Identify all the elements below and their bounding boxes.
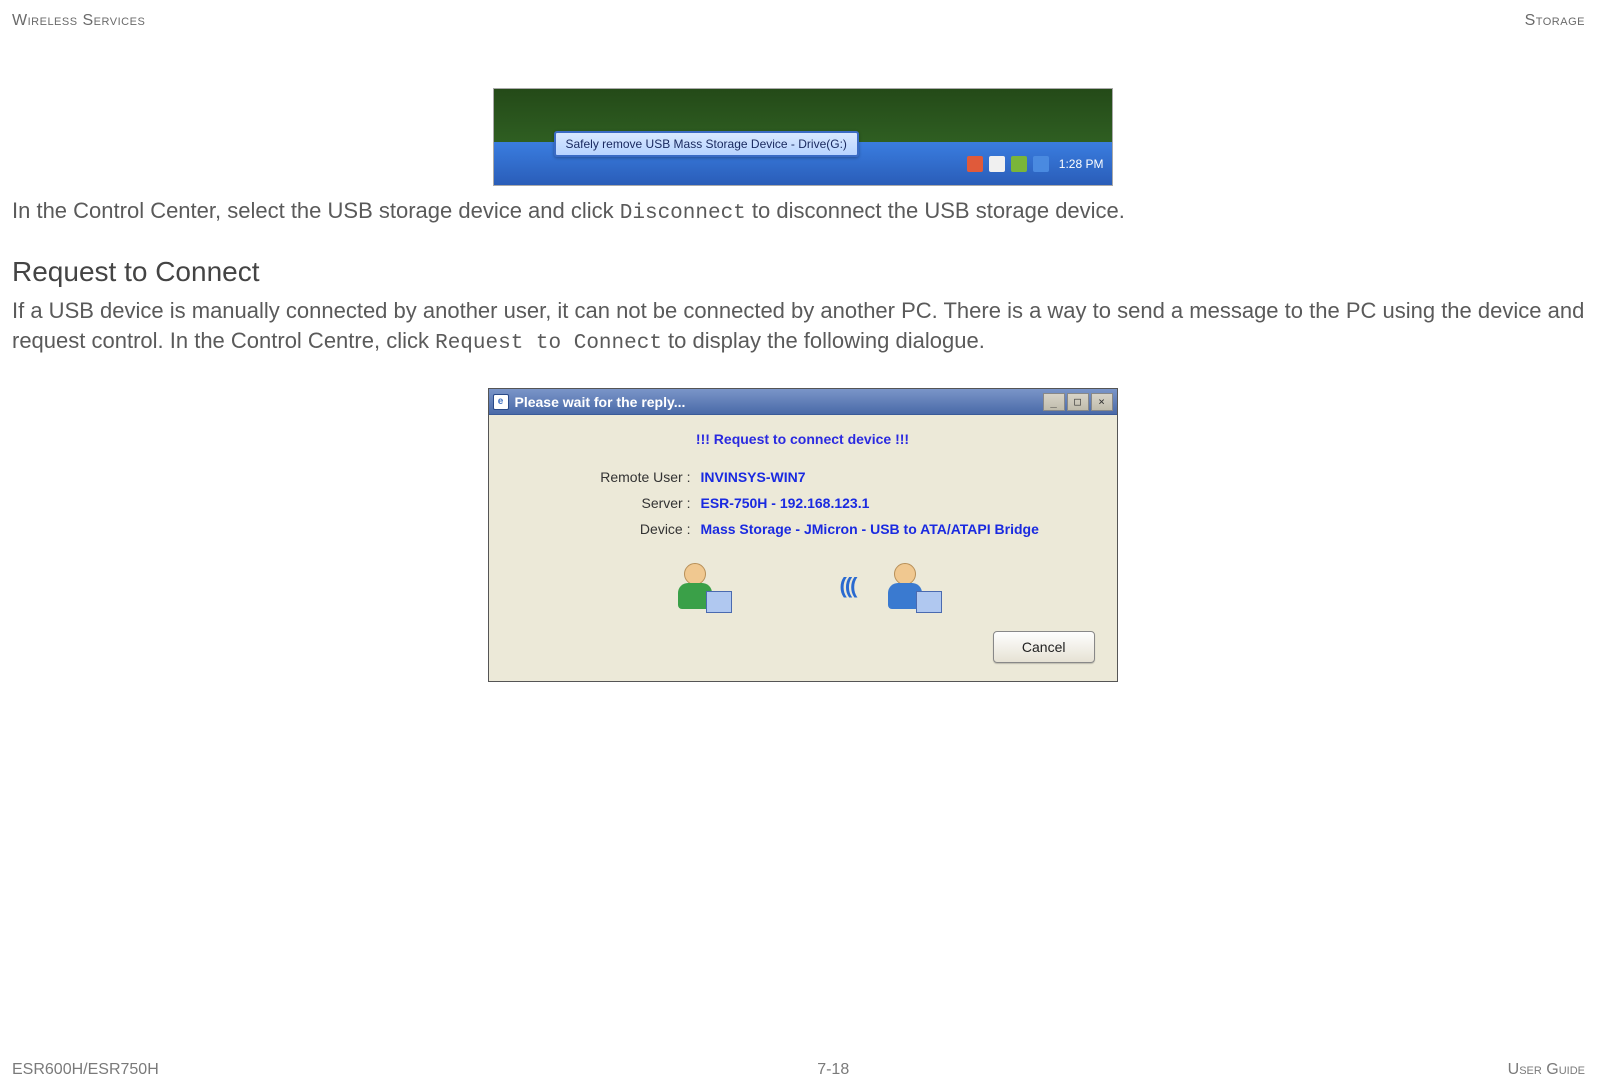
- tray-icon: [1011, 156, 1027, 172]
- remote-user-label: Remote User :: [511, 469, 701, 485]
- remote-user-icon: (((: [878, 559, 938, 613]
- footer-left: ESR600H/ESR750H: [12, 1061, 159, 1079]
- remote-user-row: Remote User : INVINSYS-WIN7: [511, 469, 1095, 485]
- local-user-icon: [668, 559, 728, 613]
- footer-right: User Guide: [1508, 1061, 1585, 1079]
- page-number: 7-18: [817, 1061, 849, 1079]
- maximize-button[interactable]: □: [1067, 393, 1089, 411]
- request-dialog: e Please wait for the reply... _ □ × !!!…: [488, 388, 1118, 682]
- app-icon: e: [493, 394, 509, 410]
- taskbar-screenshot: Safely remove USB Mass Storage Device - …: [493, 88, 1113, 186]
- server-row: Server : ESR-750H - 192.168.123.1: [511, 495, 1095, 511]
- dialog-titlebar: e Please wait for the reply... _ □ ×: [489, 389, 1117, 415]
- system-tray: 1:28 PM: [959, 142, 1112, 185]
- device-row: Device : Mass Storage - JMicron - USB to…: [511, 521, 1095, 537]
- dialog-title: Please wait for the reply...: [515, 394, 1043, 410]
- header-left: Wireless Services: [12, 12, 145, 30]
- header-right: Storage: [1525, 12, 1585, 30]
- text: to display the following dialogue.: [662, 328, 985, 353]
- safely-remove-tooltip: Safely remove USB Mass Storage Device - …: [554, 131, 859, 157]
- tray-icon: [989, 156, 1005, 172]
- minimize-button[interactable]: _: [1043, 393, 1065, 411]
- tray-icon: [1033, 156, 1049, 172]
- device-label: Device :: [511, 521, 701, 537]
- cancel-button[interactable]: Cancel: [993, 631, 1095, 663]
- server-value: ESR-750H - 192.168.123.1: [701, 495, 870, 511]
- code-disconnect: Disconnect: [620, 202, 746, 225]
- code-request-to-connect: Request to Connect: [435, 332, 662, 355]
- wireless-waves-icon: (((: [840, 573, 856, 599]
- server-label: Server :: [511, 495, 701, 511]
- close-button[interactable]: ×: [1091, 393, 1113, 411]
- tray-icon: [967, 156, 983, 172]
- clock: 1:28 PM: [1059, 157, 1104, 171]
- remote-user-value: INVINSYS-WIN7: [701, 469, 806, 485]
- text: In the Control Center, select the USB st…: [12, 198, 620, 223]
- text: to disconnect the USB storage device.: [746, 198, 1125, 223]
- section-heading-request-to-connect: Request to Connect: [12, 256, 1593, 288]
- paragraph-request: If a USB device is manually connected by…: [12, 296, 1593, 358]
- device-value: Mass Storage - JMicron - USB to ATA/ATAP…: [701, 521, 1039, 537]
- dialog-banner: !!! Request to connect device !!!: [511, 431, 1095, 447]
- paragraph-disconnect: In the Control Center, select the USB st…: [12, 196, 1593, 228]
